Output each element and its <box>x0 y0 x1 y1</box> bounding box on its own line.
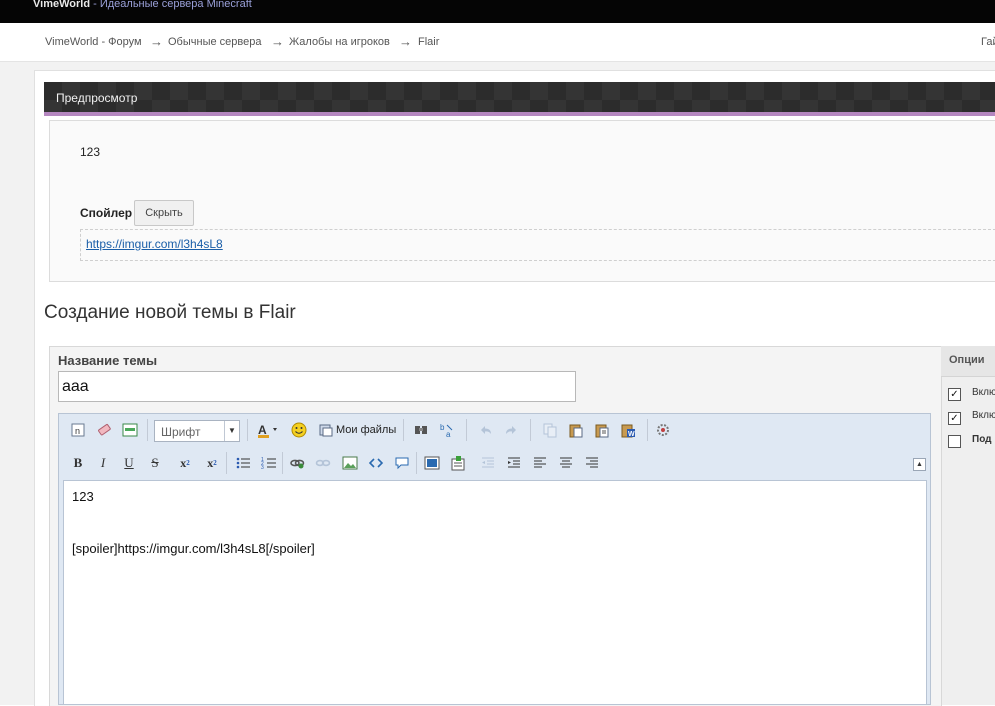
paste-icon[interactable] <box>567 421 585 439</box>
toolbar-separator <box>247 419 248 441</box>
eraser-icon[interactable] <box>95 421 113 439</box>
underline-icon[interactable]: U <box>120 454 138 472</box>
site-brand[interactable]: VimeWorld - Идеальные сервера Minecraft <box>33 0 252 10</box>
preview-title: Предпросмотр <box>56 91 138 105</box>
text-color-icon[interactable]: A <box>256 421 282 439</box>
options-header: Опции <box>941 346 995 377</box>
options-title: Опции <box>949 354 985 366</box>
preview-text: 123 <box>80 145 101 159</box>
media-icon[interactable] <box>423 454 441 472</box>
page-title: Создание новой темы в Flair <box>44 302 296 323</box>
option-label-2: Вклю <box>972 410 995 421</box>
toolbar-separator <box>147 419 148 441</box>
code-icon[interactable] <box>367 454 385 472</box>
copy-icon[interactable] <box>541 421 559 439</box>
brand-name: VimeWorld <box>33 0 91 10</box>
preview-header: Предпросмотр <box>44 82 995 116</box>
toolbar-separator <box>416 452 417 474</box>
bulleted-list-icon[interactable] <box>234 454 252 472</box>
option-checkbox-3[interactable] <box>948 435 961 448</box>
bold-icon[interactable]: B <box>69 454 87 472</box>
toolbar-separator <box>403 419 404 441</box>
option-checkbox-2[interactable]: ✓ <box>948 412 961 425</box>
my-files-button[interactable]: Мои файлы <box>336 424 396 436</box>
guest-link[interactable]: Гай <box>981 36 995 48</box>
breadcrumb-item-flair[interactable]: Flair <box>418 36 439 48</box>
superscript-icon[interactable]: x2 <box>203 454 221 472</box>
indent-icon[interactable] <box>505 454 523 472</box>
toolbar-separator <box>466 419 467 441</box>
editor-textarea[interactable] <box>63 480 927 705</box>
smiley-icon[interactable] <box>290 421 308 439</box>
svg-text:a: a <box>446 430 451 438</box>
toolbar-separator <box>226 452 227 474</box>
link-icon[interactable] <box>288 454 306 472</box>
italic-icon[interactable]: I <box>94 454 112 472</box>
toolbar-separator <box>282 452 283 474</box>
unlink-icon[interactable] <box>314 454 332 472</box>
strikethrough-icon[interactable]: S <box>146 454 164 472</box>
replace-icon[interactable]: ba <box>438 421 456 439</box>
option-label-3: Под <box>972 434 992 445</box>
toolbar-separator <box>530 419 531 441</box>
editor-content-line: 123 <box>72 489 94 504</box>
breadcrumb-arrow: → <box>150 34 163 49</box>
svg-text:3: 3 <box>261 465 264 471</box>
svg-text:A: A <box>258 423 267 437</box>
spoiler-link[interactable]: https://imgur.com/l3h4sL8 <box>86 237 223 251</box>
settings-icon[interactable] <box>654 421 672 439</box>
redo-icon[interactable] <box>502 421 520 439</box>
files-icon[interactable] <box>317 421 335 439</box>
breadcrumb: VimeWorld - Форум → Обычные сервера → Жа… <box>0 23 995 62</box>
align-left-icon[interactable] <box>531 454 549 472</box>
chevron-down-icon: ▼ <box>224 421 239 441</box>
collapse-toolbar-icon[interactable]: ▲ <box>913 458 926 471</box>
thread-title-value[interactable]: aaa <box>62 378 89 396</box>
toolbar-separator <box>647 419 648 441</box>
align-center-icon[interactable] <box>557 454 575 472</box>
subscript-icon[interactable]: x2 <box>176 454 194 472</box>
source-mode-icon[interactable] <box>121 421 139 439</box>
outdent-icon[interactable] <box>479 454 497 472</box>
top-bar: VimeWorld - Идеальные сервера Minecraft <box>0 0 995 23</box>
paste-text-icon[interactable] <box>593 421 611 439</box>
image-icon[interactable] <box>341 454 359 472</box>
font-select[interactable]: Шрифт ▼ <box>154 420 240 442</box>
font-select-value: Шрифт <box>161 425 201 439</box>
svg-text:n: n <box>75 426 80 436</box>
find-icon[interactable] <box>412 421 430 439</box>
thread-title-label: Название темы <box>58 353 158 368</box>
align-right-icon[interactable] <box>583 454 601 472</box>
breadcrumb-item-complaints[interactable]: Жалобы на игроков <box>289 36 390 48</box>
svg-text:W: W <box>628 431 635 438</box>
editor-content-line: [spoiler]https://imgur.com/l3h4sL8[/spoi… <box>72 541 315 556</box>
spoiler-insert-icon[interactable] <box>449 454 467 472</box>
spoiler-hide-button[interactable]: Скрыть <box>134 200 194 226</box>
breadcrumb-item-servers[interactable]: Обычные сервера <box>168 36 261 48</box>
numbered-list-icon[interactable]: 123 <box>260 454 278 472</box>
option-checkbox-1[interactable]: ✓ <box>948 388 961 401</box>
breadcrumb-arrow: → <box>399 34 412 49</box>
remove-format-icon[interactable]: n <box>69 421 87 439</box>
undo-icon[interactable] <box>477 421 495 439</box>
svg-text:b: b <box>440 423 445 432</box>
thread-title-input[interactable] <box>58 371 576 402</box>
quote-icon[interactable] <box>393 454 411 472</box>
paste-word-icon[interactable]: W <box>619 421 637 439</box>
brand-separator: - <box>90 0 100 10</box>
brand-tagline: Идеальные сервера Minecraft <box>99 0 252 10</box>
option-label-1: Вклю <box>972 387 995 398</box>
breadcrumb-item-forum[interactable]: VimeWorld - Форум <box>45 36 142 48</box>
spoiler-label: Спойлер <box>80 206 133 220</box>
breadcrumb-arrow: → <box>271 34 284 49</box>
